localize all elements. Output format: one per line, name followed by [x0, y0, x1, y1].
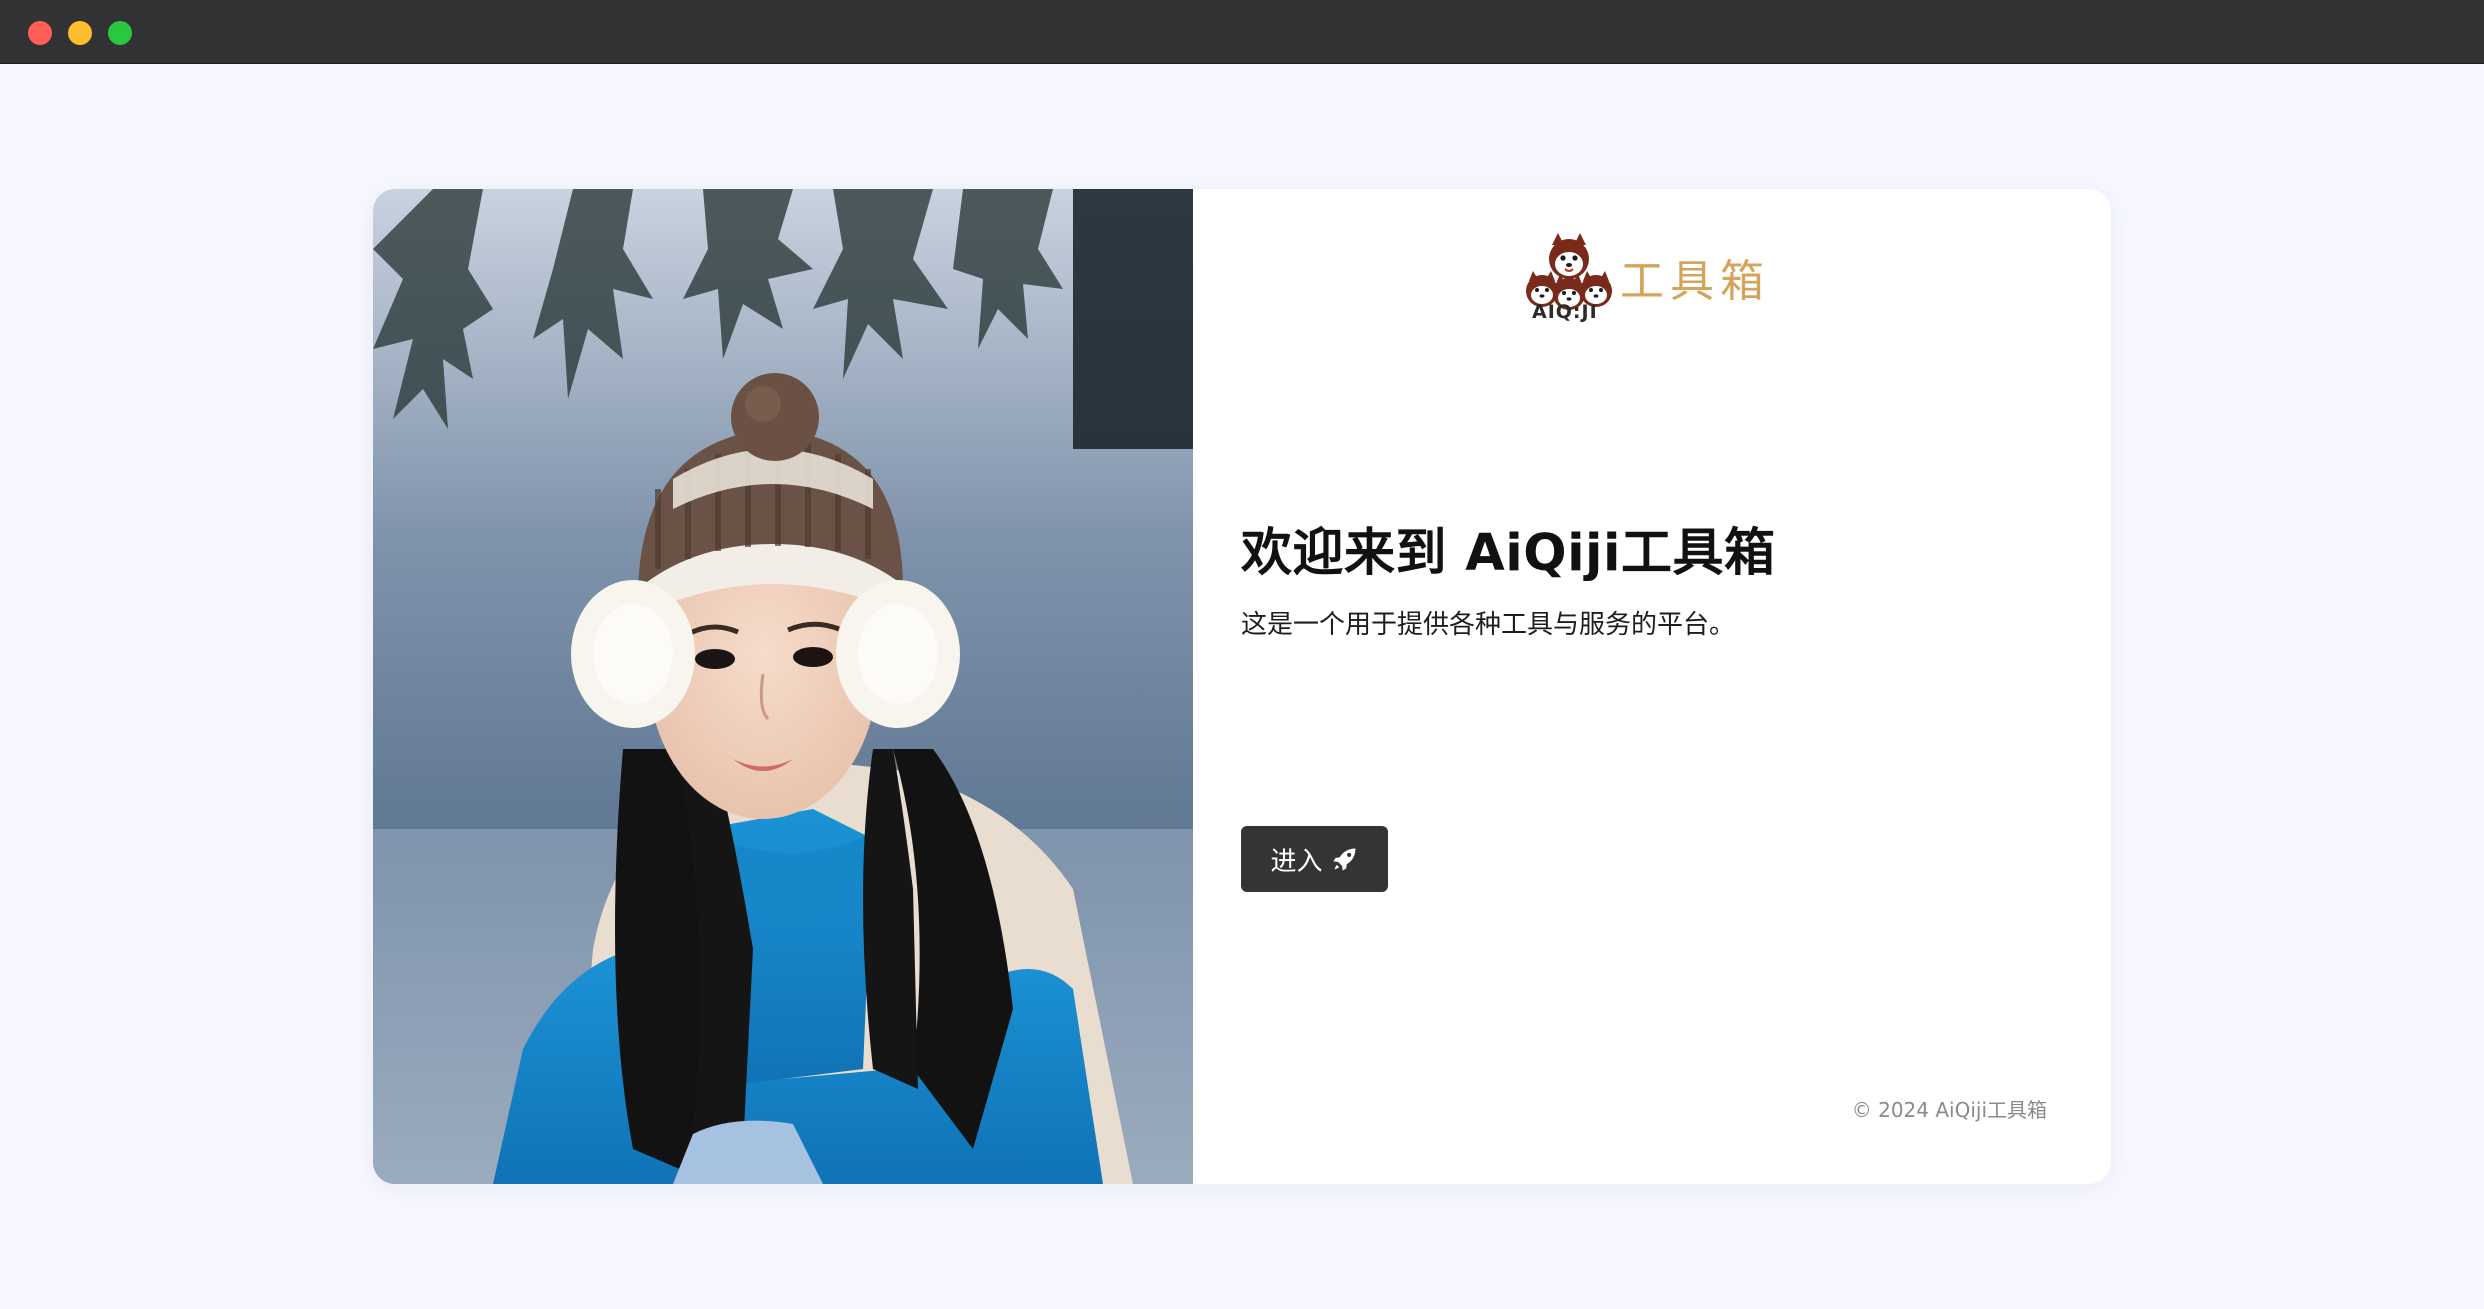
- enter-button-label: 进入: [1270, 846, 1323, 877]
- brand-logo-title: 工具箱: [1620, 256, 1770, 307]
- content-panel: AIQ:JI 工具箱 欢迎来到 AiQiji工具箱 这是一个用于提供各种工具与服…: [1193, 189, 2111, 1184]
- welcome-card: AIQ:JI 工具箱 欢迎来到 AiQiji工具箱 这是一个用于提供各种工具与服…: [373, 189, 2111, 1184]
- brand-logo: AIQ:JI 工具箱: [1193, 231, 2111, 331]
- window-maximize-button[interactable]: [108, 21, 132, 45]
- window-close-button[interactable]: [28, 21, 52, 45]
- hero-photo-illustration: [373, 189, 1193, 1184]
- brand-logo-word: AIQ:JI: [1532, 301, 1598, 323]
- footer-copyright: © 2024 AiQiji工具箱: [1851, 1098, 2047, 1122]
- welcome-subtitle: 这是一个用于提供各种工具与服务的平台。: [1241, 610, 1736, 640]
- window-titlebar: [0, 0, 2484, 64]
- enter-button[interactable]: 进入: [1241, 826, 1388, 892]
- window-minimize-button[interactable]: [68, 21, 92, 45]
- hero-photo: [373, 189, 1193, 1184]
- welcome-title: 欢迎来到 AiQiji工具箱: [1241, 524, 1776, 583]
- rocket-icon: [1332, 848, 1355, 871]
